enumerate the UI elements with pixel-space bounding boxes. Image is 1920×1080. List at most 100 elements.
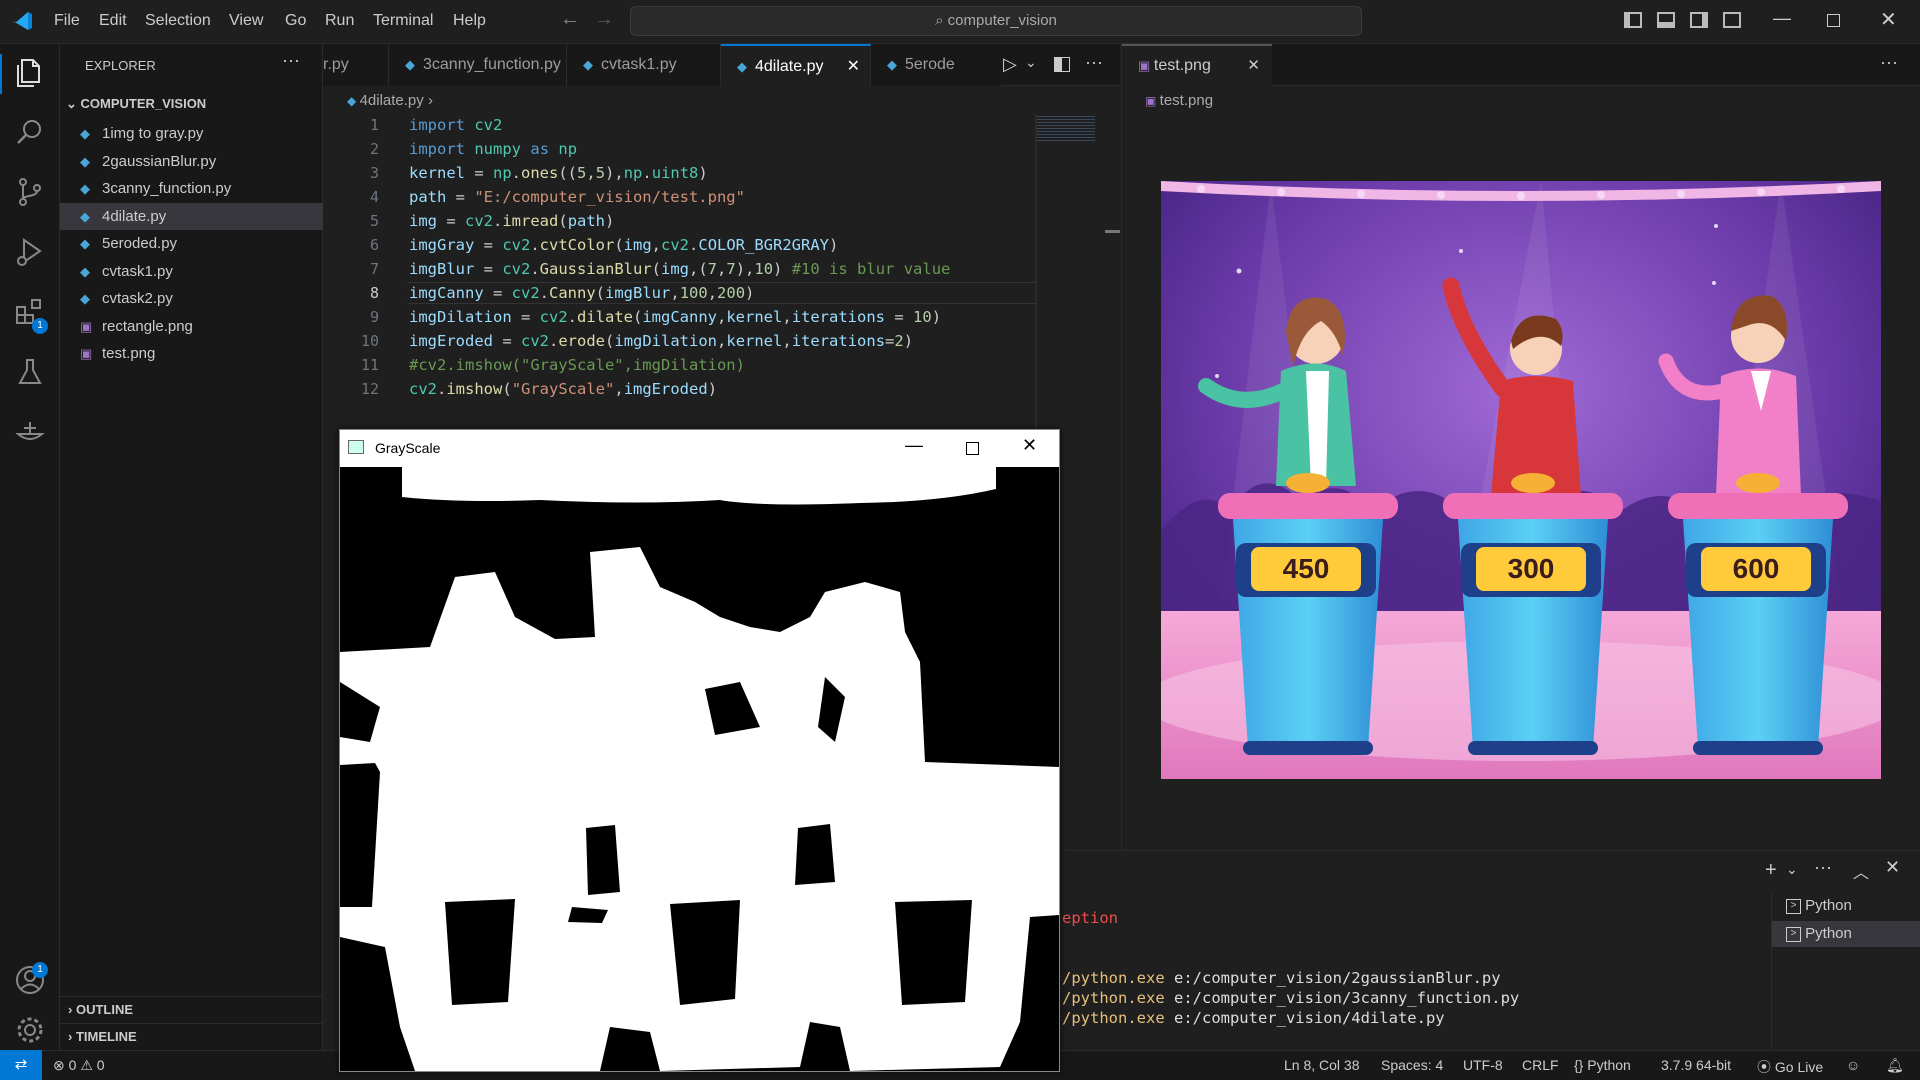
minimize-icon[interactable]: — xyxy=(1773,8,1791,29)
terminal-panel[interactable]: + ⌄ ··· ︿ ✕ eption /python.exe e:/comput… xyxy=(1062,850,1920,1051)
menu-edit[interactable]: Edit xyxy=(99,12,127,30)
file-item[interactable]: ◆ 4dilate.py xyxy=(60,202,323,230)
code-line: imgEroded = cv2.erode(imgDilation,kernel… xyxy=(409,332,914,350)
line-ending[interactable]: CRLF xyxy=(1522,1057,1559,1073)
python-interpreter[interactable]: 3.7.9 64-bit xyxy=(1661,1057,1731,1073)
back-arrow-icon[interactable]: ← xyxy=(560,8,580,31)
toggle-secondary-sidebar-icon[interactable] xyxy=(1690,12,1708,28)
file-name: cvtask1.py xyxy=(102,262,173,280)
remote-indicator-icon[interactable]: ⇄ xyxy=(0,1050,42,1080)
tab-dilate[interactable]: ◆ 4dilate.py ✕ xyxy=(721,44,871,86)
encoding[interactable]: UTF-8 xyxy=(1463,1057,1503,1073)
cv-close-icon[interactable]: ✕ xyxy=(1022,435,1037,456)
terminal-cmd: /python.exe xyxy=(1062,989,1165,1007)
breadcrumb[interactable]: ◆ 4dilate.py › xyxy=(347,92,433,109)
split-editor-icon[interactable] xyxy=(1054,57,1070,72)
more-actions-icon[interactable]: ··· xyxy=(1814,857,1832,878)
code-line: import numpy as np xyxy=(409,140,578,158)
new-terminal-icon[interactable]: + xyxy=(1765,859,1777,882)
command-center-search[interactable]: ⌕ computer_vision xyxy=(630,6,1362,36)
chevron-down-icon[interactable]: ⌄ xyxy=(1025,54,1037,71)
explorer-icon[interactable] xyxy=(12,54,48,90)
indentation[interactable]: Spaces: 4 xyxy=(1381,1057,1443,1073)
cursor-position[interactable]: Ln 8, Col 38 xyxy=(1284,1057,1360,1073)
outline-section[interactable]: › OUTLINE xyxy=(60,996,323,1022)
python-file-icon: ◆ xyxy=(80,236,90,251)
feedback-icon[interactable]: ☺ xyxy=(1846,1057,1860,1073)
tab-label: 3canny_function.py xyxy=(423,56,561,73)
menu-go[interactable]: Go xyxy=(285,12,306,30)
run-file-icon[interactable]: ▷ xyxy=(1003,54,1017,75)
python-file-icon: ◆ xyxy=(583,57,593,72)
menu-run[interactable]: Run xyxy=(325,12,354,30)
line-number: 2 xyxy=(369,140,379,158)
file-item[interactable]: ◆ 2gaussianBlur.py xyxy=(60,148,323,175)
outline-label: OUTLINE xyxy=(75,1002,134,1017)
close-tab-icon[interactable]: ✕ xyxy=(1247,46,1260,86)
timeline-section[interactable]: › TIMELINE xyxy=(60,1023,323,1049)
menu-terminal[interactable]: Terminal xyxy=(373,12,433,30)
file-item[interactable]: ◆ 1img to gray.py xyxy=(60,120,323,147)
more-actions-icon[interactable]: ··· xyxy=(1085,52,1103,73)
language-mode[interactable]: {} Python xyxy=(1574,1057,1631,1073)
close-panel-icon[interactable]: ✕ xyxy=(1885,857,1900,878)
cv-minimize-icon[interactable]: — xyxy=(905,435,923,456)
file-name: rectangle.png xyxy=(102,317,193,335)
terminal-icon: > xyxy=(1786,926,1801,942)
tab-erode[interactable]: ◆ 5erode xyxy=(871,44,1001,86)
notifications-bell-icon[interactable]: 🔔︎ xyxy=(1886,1057,1904,1074)
tab-test-png[interactable]: ▣ test.png ✕ xyxy=(1122,44,1272,86)
close-tab-icon[interactable]: ✕ xyxy=(847,46,860,88)
line-number: 6 xyxy=(369,236,379,254)
score-2: 300 xyxy=(1508,553,1555,584)
warning-icon: ⚠ xyxy=(80,1057,97,1073)
chevron-down-icon: ⌄ xyxy=(66,96,81,111)
tab-partial[interactable]: r.py xyxy=(323,44,389,86)
maximize-panel-icon[interactable]: ︿ xyxy=(1853,859,1869,883)
title-bar: File Edit Selection View Go Run Terminal… xyxy=(0,0,1920,44)
line-number: 8 xyxy=(369,284,379,302)
go-live-button[interactable]: ⦿ Go Live xyxy=(1757,1057,1823,1077)
toggle-sidebar-icon[interactable] xyxy=(1624,12,1642,28)
file-item[interactable]: ◆ cvtask2.py xyxy=(60,285,323,312)
opencv-output-window[interactable]: GrayScale — ✕ xyxy=(339,429,1060,1072)
more-actions-icon[interactable]: ··· xyxy=(282,50,300,71)
close-window-icon[interactable]: ✕ xyxy=(1880,7,1897,32)
chevron-down-icon[interactable]: ⌄ xyxy=(1786,861,1798,878)
file-item[interactable]: ▣ rectangle.png xyxy=(60,313,323,340)
preview-breadcrumb[interactable]: ▣ test.png xyxy=(1145,92,1213,109)
more-actions-icon[interactable]: ··· xyxy=(1880,52,1898,73)
editor-tab-bar: r.py ◆ 3canny_function.py ◆ cvtask1.py ◆ 4d… xyxy=(323,44,1120,86)
remote-explorer-icon[interactable] xyxy=(12,414,48,450)
source-control-icon[interactable] xyxy=(12,174,48,210)
search-view-icon[interactable] xyxy=(12,114,48,150)
problems-indicator[interactable]: ⊗ 0 ⚠ 0 xyxy=(53,1057,105,1074)
menu-selection[interactable]: Selection xyxy=(145,12,211,30)
folder-header[interactable]: ⌄ COMPUTER_VISION xyxy=(66,92,316,116)
accounts-badge: 1 xyxy=(32,962,48,978)
testing-flask-icon[interactable] xyxy=(12,354,48,390)
menu-help[interactable]: Help xyxy=(453,12,486,30)
file-item[interactable]: ▣ test.png xyxy=(60,340,323,367)
file-item[interactable]: ◆ cvtask1.py xyxy=(60,258,323,285)
terminal-session-2[interactable]: > Python xyxy=(1772,921,1920,947)
run-debug-icon[interactable] xyxy=(12,234,48,270)
toggle-panel-icon[interactable] xyxy=(1657,12,1675,28)
cv-window-titlebar[interactable]: GrayScale — ✕ xyxy=(340,430,1059,467)
image-preview-pane: ▣ test.png ✕ ··· ▣ test.png 450 300 600 xyxy=(1121,44,1920,850)
forward-arrow-icon[interactable]: → xyxy=(594,8,614,31)
cv-maximize-icon[interactable] xyxy=(966,442,979,455)
menu-file[interactable]: File xyxy=(54,12,80,30)
tab-cvtask1[interactable]: ◆ cvtask1.py xyxy=(567,44,721,86)
customize-layout-icon[interactable] xyxy=(1723,12,1741,28)
terminal-session-1[interactable]: > Python xyxy=(1772,893,1920,919)
settings-gear-icon[interactable] xyxy=(12,1012,48,1048)
line-number: 10 xyxy=(360,332,379,350)
minimap[interactable] xyxy=(1037,114,1095,142)
tab-canny[interactable]: ◆ 3canny_function.py xyxy=(389,44,567,86)
maximize-icon[interactable] xyxy=(1827,14,1840,27)
file-item[interactable]: ◆ 5eroded.py xyxy=(60,230,323,257)
menu-view[interactable]: View xyxy=(229,12,263,30)
warning-count: 0 xyxy=(96,1057,105,1073)
file-item[interactable]: ◆ 3canny_function.py xyxy=(60,175,323,202)
